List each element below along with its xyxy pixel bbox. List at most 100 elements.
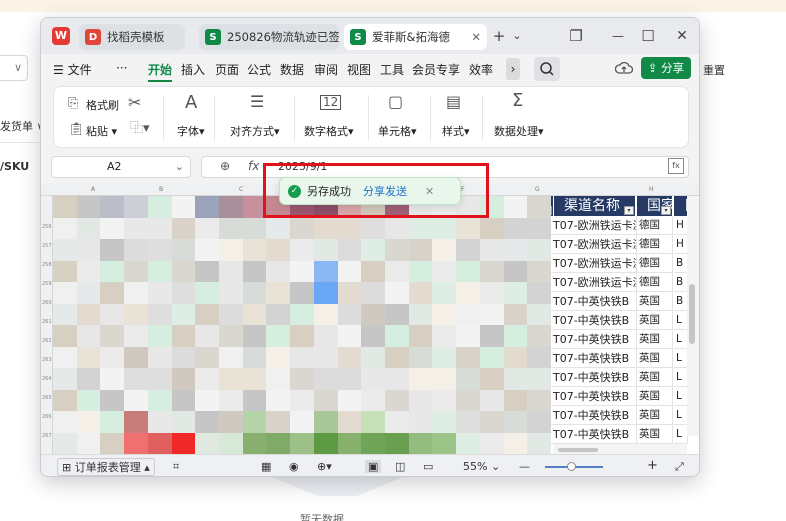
sheet-grid[interactable]: ABCDEFGH 2562572582592602612622632642652… — [41, 184, 699, 454]
column-letter[interactable]: C — [239, 186, 243, 193]
data-processing-group-button[interactable]: 数据处理▾ — [494, 123, 544, 139]
page-layout-icon[interactable]: ◫ — [395, 460, 405, 473]
tab-3[interactable]: S 爱菲斯&拓海德 ✕ — [344, 24, 487, 50]
ribbon-tab-2[interactable]: 页面 — [215, 61, 239, 78]
ribbon-tab-1[interactable]: 插入 — [181, 61, 205, 78]
sheet-manager-button[interactable]: ⊞ 订单报表管理 ▴ — [57, 458, 155, 476]
function-icon[interactable]: fx — [248, 159, 259, 173]
search-button[interactable] — [534, 57, 560, 81]
table-cell[interactable]: T07-中英快铁B — [551, 425, 637, 444]
zoom-out-button[interactable]: — — [519, 460, 530, 473]
alignment-group-button[interactable]: 对齐方式▾ — [230, 123, 280, 139]
row-number[interactable]: 262 — [42, 338, 52, 344]
table-cell[interactable]: T07-中英快铁B — [551, 330, 637, 349]
table-cell[interactable]: T07-中英快铁B — [551, 311, 637, 330]
table-cell[interactable]: B — [674, 273, 688, 292]
cells-group-button[interactable]: 单元格▾ — [378, 123, 417, 139]
ribbon-tab-7[interactable]: 工具 — [380, 61, 404, 78]
column-letter[interactable]: B — [159, 186, 163, 193]
horizontal-scroll-thumb[interactable] — [558, 448, 598, 452]
table-cell[interactable]: T07-中英快铁B — [551, 368, 637, 387]
row-number[interactable]: 260 — [42, 300, 52, 306]
row-number[interactable]: 261 — [42, 319, 52, 325]
column-letter[interactable]: H — [649, 186, 654, 193]
eye-icon[interactable]: ◉ — [289, 460, 299, 473]
table-cell[interactable]: L — [674, 330, 688, 349]
table-cell[interactable]: T07-中英快铁B — [551, 292, 637, 311]
table-cell[interactable]: L — [674, 406, 688, 425]
minimize-button[interactable]: — — [610, 26, 626, 46]
close-window-button[interactable]: ✕ — [674, 26, 690, 46]
row-number[interactable]: 265 — [42, 395, 52, 401]
ribbon-scroll-right-icon[interactable]: › — [506, 58, 520, 80]
paste-icon[interactable]: 📋︎ — [68, 121, 85, 139]
zoom-level[interactable]: 55% ⌄ — [463, 460, 500, 473]
table-cell[interactable]: 英国 — [637, 368, 673, 387]
table-cell[interactable]: T07-欧洲铁运卡派B — [551, 235, 637, 254]
grid-view-icon[interactable]: ▦ — [261, 460, 271, 473]
name-box[interactable]: A2 ⌄ — [51, 156, 191, 178]
ribbon-tab-8[interactable]: 会员专享 — [412, 61, 460, 78]
row-number[interactable]: 257 — [42, 243, 52, 249]
zoom-slider-handle[interactable] — [567, 462, 576, 471]
file-menu[interactable]: ☰ 文件 — [53, 61, 92, 78]
share-button[interactable]: ⇪ 分享 — [641, 57, 691, 79]
table-cell[interactable]: 英国 — [637, 387, 673, 406]
table-cell[interactable]: 英国 — [637, 349, 673, 368]
zoom-in-button[interactable]: + — [647, 458, 658, 473]
table-cell[interactable]: H — [674, 235, 688, 254]
table-cell[interactable]: L — [674, 311, 688, 330]
row-number[interactable]: 256 — [42, 224, 52, 230]
copy-icon[interactable]: ⿻▾ — [130, 120, 150, 138]
table-cell[interactable]: L — [674, 387, 688, 406]
paste-button[interactable]: 粘贴 ▾ — [86, 123, 117, 139]
row-number[interactable]: 264 — [42, 376, 52, 382]
more-menu[interactable]: ··· — [116, 61, 127, 75]
styles-group-button[interactable]: 样式▾ — [442, 123, 470, 139]
ribbon-tab-6[interactable]: 视图 — [347, 61, 371, 78]
tab-close-icon[interactable]: ✕ — [471, 30, 481, 44]
table-cell[interactable]: L — [674, 349, 688, 368]
cloud-upload-icon[interactable] — [615, 60, 633, 76]
vertical-scroll-thumb[interactable] — [689, 284, 695, 344]
number-format-group-button[interactable]: 数字格式▾ — [304, 123, 354, 139]
table-cell[interactable]: 德国 — [637, 273, 673, 292]
normal-view-icon[interactable]: ▣ — [365, 460, 382, 473]
row-number[interactable]: 267 — [42, 433, 52, 439]
format-painter-icon[interactable]: ⎘ — [68, 95, 78, 113]
table-cell[interactable]: 英国 — [637, 292, 673, 311]
filter-dropdown-icon[interactable]: ▾ — [661, 206, 671, 215]
table-cell[interactable]: 英国 — [637, 425, 673, 444]
column-letter[interactable]: A — [91, 186, 95, 193]
share-send-link[interactable]: 分享发送 — [363, 183, 407, 199]
new-tab-button[interactable]: + — [491, 26, 507, 46]
table-cell[interactable]: L — [674, 425, 688, 444]
table-cell[interactable]: T07-欧洲铁运卡派B — [551, 216, 637, 235]
tab-list-chevron-icon[interactable]: ⌄ — [511, 26, 523, 46]
table-cell[interactable]: L — [674, 368, 688, 387]
table-cell[interactable]: T07-中英快铁B — [551, 387, 637, 406]
table-cell[interactable]: B — [674, 292, 688, 311]
row-number[interactable]: 258 — [42, 262, 52, 268]
table-cell[interactable]: T07-中英快铁B — [551, 406, 637, 425]
background-order-filter[interactable]: 发货单 ∨ — [0, 118, 45, 134]
row-number[interactable]: 259 — [42, 281, 52, 287]
table-cell[interactable]: 英国 — [637, 406, 673, 425]
table-cell[interactable]: T07-中英快铁B — [551, 349, 637, 368]
column-letter[interactable]: G — [535, 186, 540, 193]
page-break-icon[interactable]: ▭ — [423, 460, 433, 473]
background-dropdown[interactable]: ∨ — [0, 55, 28, 81]
background-reset-button[interactable]: 重置 — [703, 62, 725, 78]
format-painter-button[interactable]: 格式刷 — [86, 97, 119, 113]
macro-icon[interactable]: ⌗ — [173, 460, 179, 474]
row-number[interactable]: 263 — [42, 357, 52, 363]
row-number[interactable]: 266 — [42, 414, 52, 420]
ribbon-tab-4[interactable]: 数据 — [280, 61, 304, 78]
table-cell[interactable]: 英国 — [637, 330, 673, 349]
tab-1[interactable]: D 找稻壳模板 — [79, 24, 185, 50]
table-cell[interactable]: 德国 — [637, 216, 673, 235]
fullscreen-icon[interactable]: ⤢ — [675, 460, 684, 474]
tab-2[interactable]: S 250826物流轨迹已签收 — [199, 24, 339, 50]
ribbon-tab-9[interactable]: 效率 — [469, 61, 493, 78]
header-cell[interactable]: 目 — [674, 196, 688, 216]
